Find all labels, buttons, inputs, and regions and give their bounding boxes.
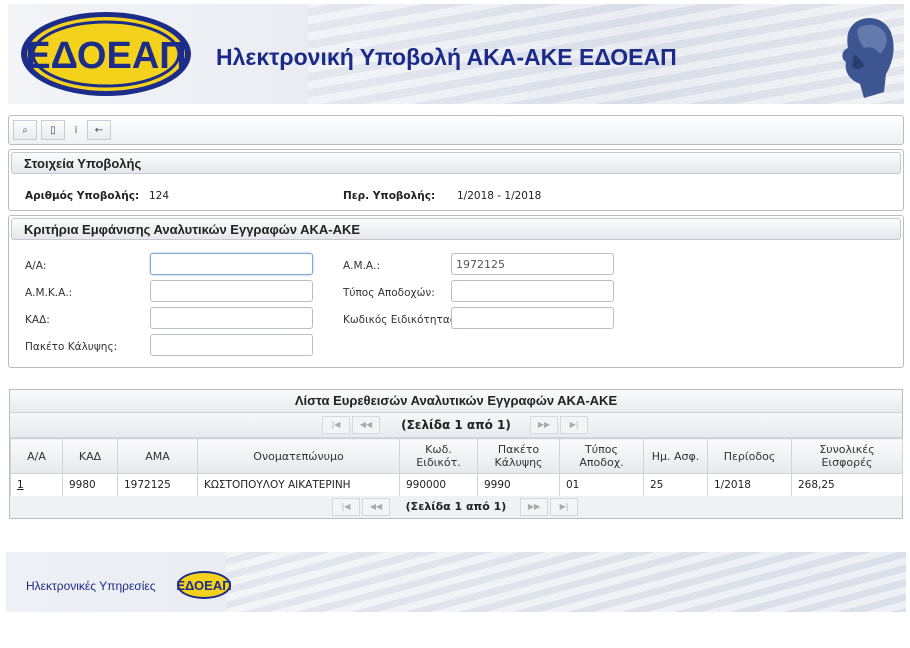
- column-header[interactable]: Ονοματεπώνυμο: [197, 438, 400, 474]
- table-header-row: Α/Α ΚΑΔ ΑΜΑ Ονοματεπώνυμο Κωδ. Ειδικότ. …: [10, 438, 903, 474]
- top-pager: |◀ ◀◀ (Σελίδα 1 από 1) ▶▶ ▶|: [10, 413, 902, 438]
- column-header[interactable]: Πακέτο Κάλυψης: [477, 438, 560, 474]
- footer-services-link[interactable]: Ηλεκτρονικές Υπηρεσίες: [26, 579, 156, 593]
- table-row: 1 9980 1972125 ΚΩΣΤΟΠΟΥΛΟΥ ΑΙΚΑΤΕΡΙΝΗ 99…: [10, 473, 903, 497]
- column-header[interactable]: Τύπος Αποδοχ.: [559, 438, 644, 474]
- table-cell: 9990: [477, 473, 560, 497]
- table-cell: 25: [643, 473, 708, 497]
- last-page-button-bottom[interactable]: ▶|: [550, 498, 578, 516]
- amka-input[interactable]: [150, 280, 313, 302]
- results-grid: Λίστα Ευρεθεισών Αναλυτικών Εγγραφών ΑΚΑ…: [9, 389, 903, 519]
- results-table: Α/Α ΚΑΔ ΑΜΑ Ονοματεπώνυμο Κωδ. Ειδικότ. …: [10, 438, 903, 497]
- amka-label: Α.Μ.Κ.Α.:: [25, 287, 73, 299]
- table-cell: ΚΩΣΤΟΠΟΥΛΟΥ ΑΙΚΑΤΕΡΙΝΗ: [197, 473, 400, 497]
- new-document-button[interactable]: ▯: [41, 120, 65, 140]
- specialty-code-label: Κωδικός Ειδικότητας:: [343, 314, 460, 326]
- page-title: Ηλεκτρονική Υποβολή ΑΚΑ-ΑΚΕ ΕΔΟΕΑΠ: [216, 44, 677, 70]
- toolbar-separator: ⁞: [69, 120, 83, 140]
- footer-logo-text: ΕΔΟΕΑΠ: [176, 578, 231, 593]
- column-header[interactable]: Α/Α: [10, 438, 63, 474]
- header-banner: ΕΔΟΕΑΠ Ηλεκτρονική Υποβολή ΑΚΑ-ΑΚΕ ΕΔΟΕΑ…: [8, 4, 904, 104]
- package-label: Πακέτο Κάλυψης:: [25, 341, 118, 353]
- statue-head-icon: [842, 18, 894, 98]
- criteria-heading: Κριτήρια Εμφάνισης Αναλυτικών Εγγραφών Α…: [11, 218, 901, 240]
- last-page-button[interactable]: ▶|: [560, 416, 588, 434]
- column-header[interactable]: Ημ. Ασφ.: [643, 438, 708, 474]
- search-button[interactable]: ⌕: [13, 120, 37, 140]
- earnings-type-input[interactable]: [451, 280, 614, 302]
- table-cell: 1/2018: [707, 473, 792, 497]
- aa-input[interactable]: [150, 253, 313, 275]
- package-input[interactable]: [150, 334, 313, 356]
- bottom-pager: |◀ ◀◀ (Σελίδα 1 από 1) ▶▶ ▶|: [10, 496, 902, 518]
- footer-banner: Ηλεκτρονικές Υπηρεσίες ΕΔΟΕΑΠ: [6, 552, 906, 612]
- column-header[interactable]: Περίοδος: [707, 438, 792, 474]
- kad-input[interactable]: [150, 307, 313, 329]
- back-button[interactable]: ←: [87, 120, 111, 140]
- edoeap-logo: ΕΔΟΕΑΠ: [21, 12, 191, 96]
- grip-icon: ⁞: [74, 124, 78, 136]
- kad-label: ΚΑΔ:: [25, 314, 50, 326]
- ama-label: Α.Μ.Α.:: [343, 260, 380, 272]
- submission-number-label: Αριθμός Υποβολής:: [25, 190, 140, 202]
- submission-number-value: 124: [149, 190, 170, 202]
- next-page-button[interactable]: ▶▶: [530, 416, 558, 434]
- table-cell: 01: [559, 473, 644, 497]
- table-cell: 9980: [62, 473, 118, 497]
- submission-period-label: Περ. Υποβολής:: [343, 190, 436, 202]
- column-header[interactable]: Κωδ. Ειδικότ.: [399, 438, 478, 474]
- page-indicator: (Σελίδα 1 από 1): [401, 418, 511, 432]
- earnings-type-label: Τύπος Αποδοχών:: [343, 287, 435, 299]
- search-icon: ⌕: [22, 124, 28, 136]
- table-cell[interactable]: 1: [10, 473, 63, 497]
- table-cell: 990000: [399, 473, 478, 497]
- document-icon: ▯: [50, 124, 56, 136]
- table-cell: 1972125: [117, 473, 198, 497]
- back-arrow-icon: ←: [94, 124, 104, 136]
- submission-period-value: 1/2018 - 1/2018: [457, 190, 542, 202]
- toolbar: ⌕ ▯ ⁞ ←: [8, 115, 904, 145]
- logo-text: ΕΔΟΕΑΠ: [25, 35, 186, 77]
- criteria-panel: Κριτήρια Εμφάνισης Αναλυτικών Εγγραφών Α…: [8, 215, 904, 368]
- column-header[interactable]: Συνολικές Εισφορές: [791, 438, 903, 474]
- column-header[interactable]: ΑΜΑ: [117, 438, 198, 474]
- specialty-code-input[interactable]: [451, 307, 614, 329]
- next-page-button-bottom[interactable]: ▶▶: [520, 498, 548, 516]
- submission-panel: Στοιχεία Υποβολής Αριθμός Υποβολής: 124 …: [8, 149, 904, 211]
- aa-label: Α/Α:: [25, 260, 47, 272]
- grid-title: Λίστα Ευρεθεισών Αναλυτικών Εγγραφών ΑΚΑ…: [10, 390, 902, 413]
- row-number-link[interactable]: 1: [17, 479, 24, 491]
- ama-input[interactable]: [451, 253, 614, 275]
- submission-heading: Στοιχεία Υποβολής: [11, 152, 901, 174]
- edoeap-footer-logo: ΕΔΟΕΑΠ: [176, 571, 232, 599]
- column-header[interactable]: ΚΑΔ: [62, 438, 118, 474]
- first-page-button[interactable]: |◀: [322, 416, 350, 434]
- table-cell: 268,25: [791, 473, 903, 497]
- footer-background: [226, 552, 906, 612]
